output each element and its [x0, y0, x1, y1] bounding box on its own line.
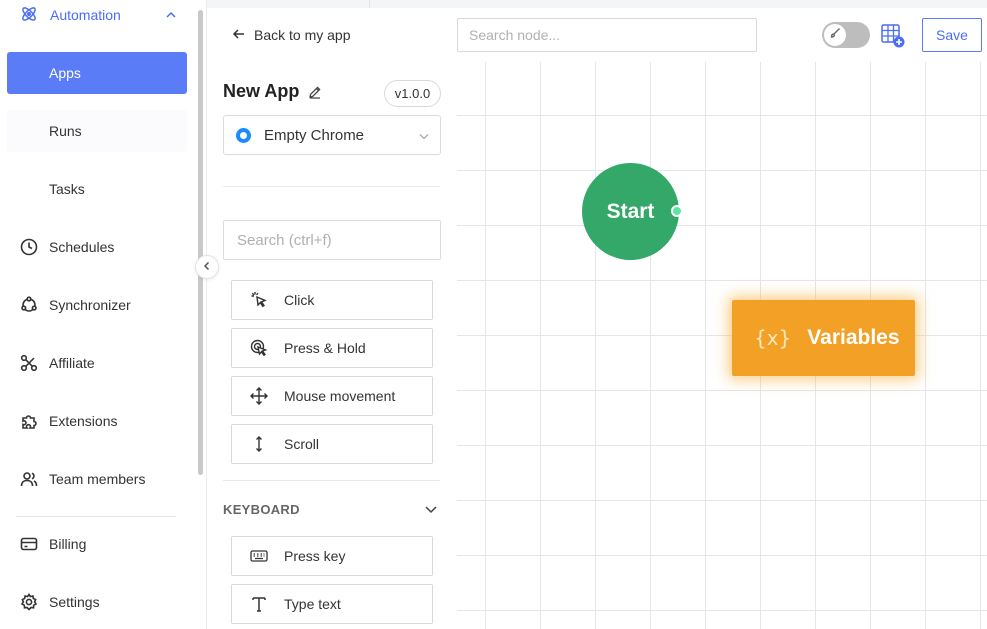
sidebar: Automation Apps Runs Tasks Schedules Syn… [0, 0, 207, 629]
toggle-knob [824, 24, 846, 46]
browser-select-value: Empty Chrome [264, 126, 365, 144]
action-label: Press & Hold [284, 340, 366, 356]
sidebar-item-label: Affiliate [49, 355, 95, 371]
sidebar-divider [16, 516, 176, 517]
sidebar-item-label: Apps [49, 65, 81, 81]
sidebar-item-label: Synchronizer [49, 297, 131, 313]
nav-group-automation[interactable]: Automation [0, 0, 195, 30]
chevron-up-icon [165, 8, 177, 24]
chrome-icon [236, 127, 251, 143]
action-label: Scroll [284, 436, 320, 452]
action-press-hold[interactable]: Press & Hold [231, 328, 433, 368]
app-name: New App [223, 81, 300, 101]
section-divider [223, 480, 440, 481]
sidebar-item-label: Extensions [49, 413, 118, 429]
action-scroll[interactable]: Scroll [231, 424, 433, 464]
arrow-left-icon [232, 27, 246, 44]
back-link-label: Back to my app [254, 27, 351, 43]
variables-node[interactable]: {x} Variables [732, 300, 915, 376]
variables-icon: {x} [754, 326, 792, 350]
search-actions-input[interactable] [223, 220, 441, 260]
gear-icon [20, 593, 38, 611]
sync-icon [20, 296, 38, 314]
sidebar-item-tasks[interactable]: Tasks [7, 168, 187, 210]
sidebar-item-affiliate[interactable]: Affiliate [0, 348, 195, 378]
variables-node-label: Variables [807, 326, 900, 349]
start-node-handle[interactable] [671, 205, 683, 217]
action-label: Type text [284, 596, 341, 612]
chevron-left-icon [202, 258, 212, 276]
users-icon [20, 470, 38, 488]
brush-icon [829, 26, 841, 44]
affiliate-icon [20, 354, 38, 372]
browser-select[interactable]: Empty Chrome [223, 115, 441, 155]
sidebar-item-label: Runs [49, 123, 82, 139]
node-search-input[interactable] [457, 18, 757, 52]
sidebar-item-team-members[interactable]: Team members [0, 464, 195, 494]
action-mouse-movement[interactable]: Mouse movement [231, 376, 433, 416]
action-label: Click [284, 292, 315, 308]
sidebar-item-label: Schedules [49, 239, 115, 255]
nav-group-label: Automation [50, 7, 121, 23]
action-type-text[interactable]: Type text [231, 584, 433, 624]
click-icon [250, 291, 268, 309]
chevron-down-icon [424, 502, 438, 519]
move-icon [250, 387, 268, 405]
card-icon [20, 535, 38, 553]
sidebar-item-label: Settings [49, 594, 100, 610]
start-node-label: Start [606, 199, 655, 223]
sidebar-item-extensions[interactable]: Extensions [0, 406, 195, 436]
scroll-icon [250, 435, 268, 453]
sidebar-scrollbar[interactable] [198, 10, 203, 475]
action-label: Press key [284, 548, 346, 564]
chevron-down-icon [418, 129, 430, 146]
panel-divider [223, 186, 440, 187]
sidebar-item-label: Tasks [49, 181, 85, 197]
top-strip [207, 0, 987, 8]
start-node[interactable]: Start [582, 163, 679, 260]
edit-mode-toggle[interactable] [822, 22, 870, 48]
puzzle-icon [20, 412, 38, 430]
action-label: Mouse movement [284, 388, 396, 404]
sidebar-item-synchronizer[interactable]: Synchronizer [0, 290, 195, 320]
sidebar-item-runs[interactable]: Runs [7, 110, 187, 152]
sidebar-item-billing[interactable]: Billing [0, 529, 195, 559]
back-to-app-link[interactable]: Back to my app [232, 25, 351, 45]
text-icon [250, 595, 268, 613]
action-click[interactable]: Click [231, 280, 433, 320]
pencil-icon[interactable] [308, 85, 322, 99]
clock-icon [20, 238, 38, 256]
section-title: KEYBOARD [223, 501, 300, 517]
app-title: New App [223, 81, 322, 102]
sidebar-item-label: Team members [49, 471, 146, 487]
sidebar-item-schedules[interactable]: Schedules [0, 232, 195, 262]
sidebar-item-apps[interactable]: Apps [7, 52, 187, 94]
collapse-sidebar-button[interactable] [195, 255, 219, 279]
version-badge[interactable]: v1.0.0 [384, 80, 441, 107]
add-table-icon[interactable] [880, 23, 906, 49]
action-press-key[interactable]: Press key [231, 536, 433, 576]
press-hold-icon [250, 339, 268, 357]
save-button[interactable]: Save [922, 18, 982, 52]
section-header-keyboard[interactable]: KEYBOARD [223, 500, 441, 518]
sidebar-item-label: Billing [49, 536, 87, 552]
atom-icon [20, 5, 38, 26]
keyboard-icon [250, 547, 268, 565]
sidebar-item-settings[interactable]: Settings [0, 587, 195, 617]
